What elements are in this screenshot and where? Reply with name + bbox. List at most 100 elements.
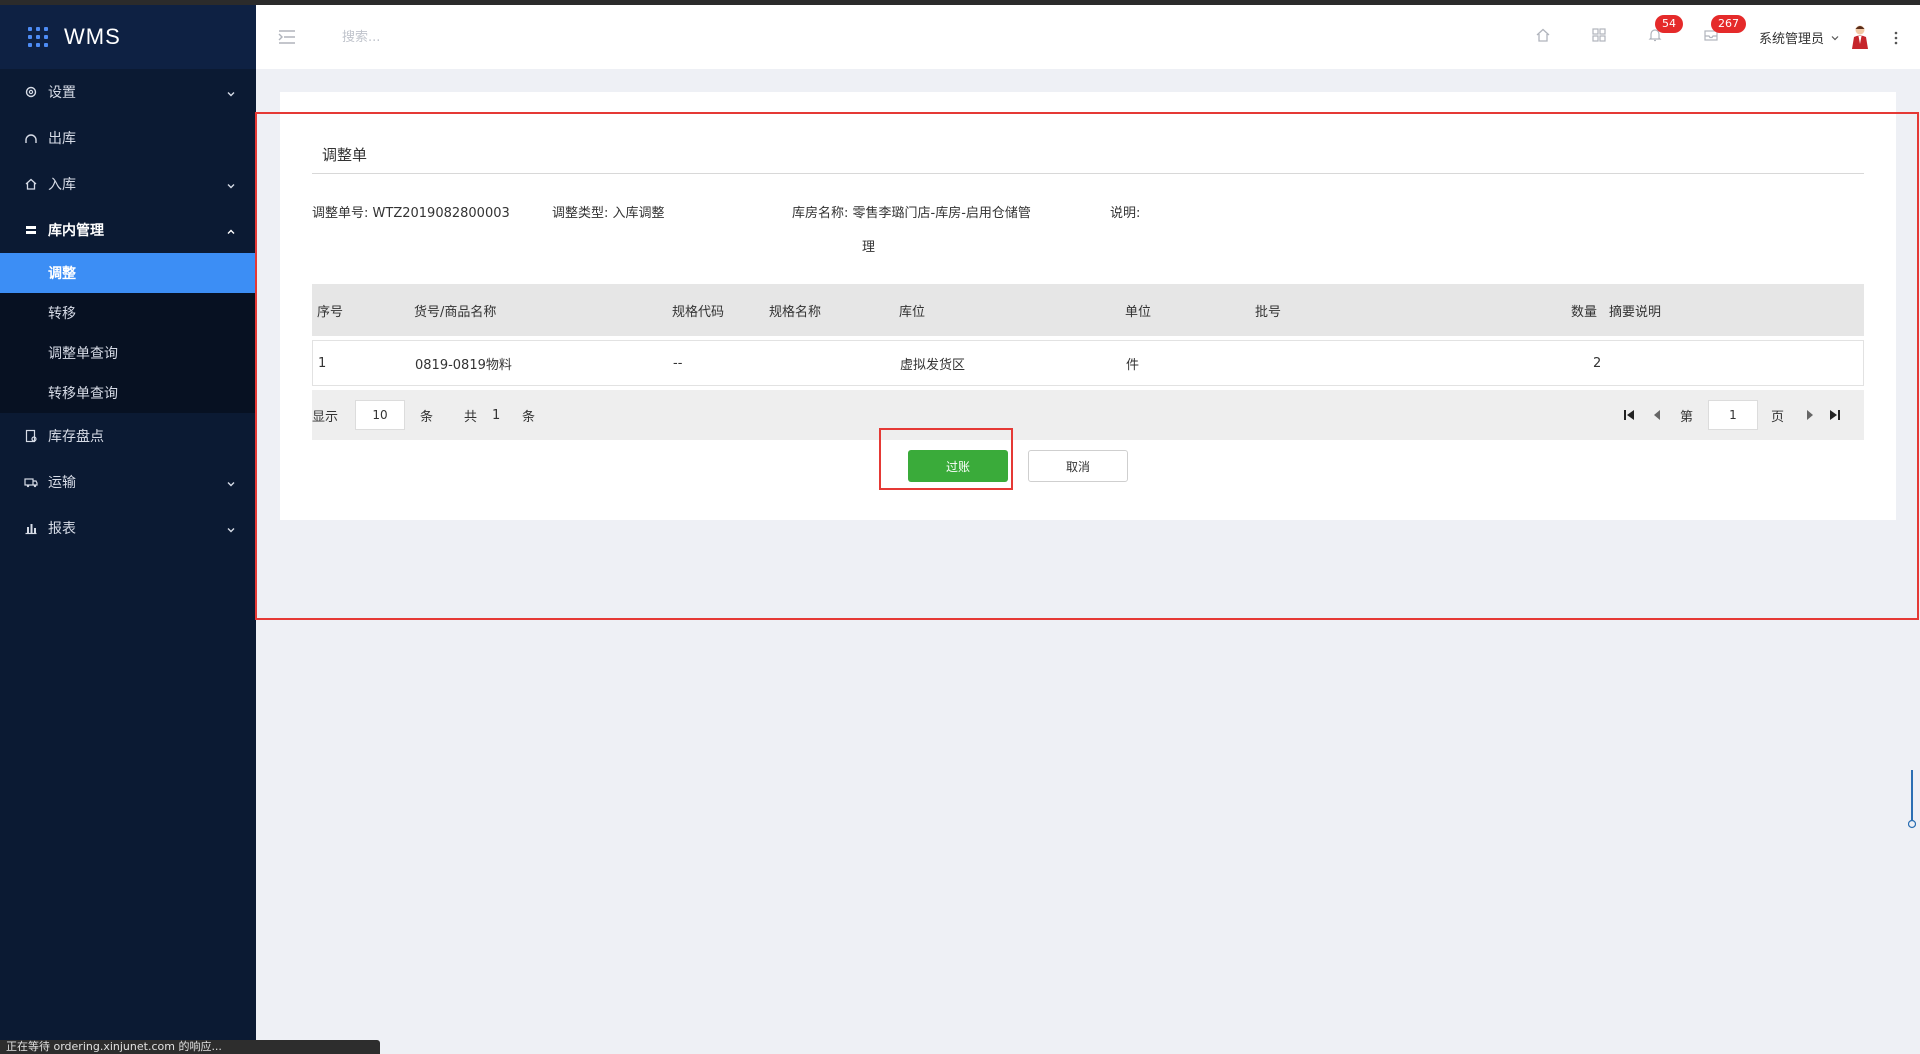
cell-spec-code: --: [673, 355, 683, 371]
sidebar-item-inbound[interactable]: 入库: [0, 161, 256, 207]
adjust-type-value: 入库调整: [612, 206, 665, 221]
inventory-icon: [24, 223, 38, 237]
table-header: 序号 货号/商品名称 规格代码 规格名称 库位 单位 批号 数量 摘要说明: [312, 284, 1864, 336]
column-header-spec-name: 规格名称: [769, 304, 822, 320]
warehouse-value: 零售李璐门店-库房-启用仓储管: [852, 206, 1031, 221]
sidebar-item-label: 库存盘点: [48, 429, 104, 445]
cell-qty: 2: [1593, 355, 1602, 371]
column-header-unit: 单位: [1125, 304, 1152, 320]
note-label: 说明:: [1110, 206, 1141, 221]
sidebar-item-label: 报表: [48, 521, 76, 537]
apps-button[interactable]: [1571, 5, 1627, 69]
cell-location: 虚拟发货区: [900, 357, 966, 373]
app-title: WMS: [64, 24, 121, 49]
header-actions: 54 267 系统管理员: [1515, 5, 1920, 69]
notification-badge: 54: [1654, 15, 1683, 33]
prev-page-icon[interactable]: [1649, 407, 1665, 423]
column-header-summary: 摘要说明: [1609, 304, 1662, 320]
sidebar-item-label: 出库: [48, 131, 76, 147]
sidebar-item-outbound[interactable]: 出库: [0, 115, 256, 161]
column-header-batch: 批号: [1255, 304, 1282, 320]
sidebar: WMS 设置 出库 入库 库内管理 调整 转移 调整单查询 转移单查询 库存盘点…: [0, 5, 256, 1054]
outbound-icon: [24, 131, 38, 145]
sidebar-item-settings[interactable]: 设置: [0, 69, 256, 115]
table-row[interactable]: 1 0819-0819物料 -- 虚拟发货区 件 2: [312, 340, 1864, 386]
browser-status-bar: 正在等待 ordering.xinjunet.com 的响应...: [0, 1040, 380, 1054]
page-suffix: 页: [1771, 409, 1785, 425]
sidebar-item-label: 运输: [48, 475, 76, 491]
user-name[interactable]: 系统管理员: [1759, 28, 1824, 47]
sidebar-item-label: 设置: [48, 85, 76, 101]
sidebar-item-adjust[interactable]: 调整: [0, 253, 256, 293]
chevron-down-icon: [226, 477, 236, 487]
total-unit: 条: [522, 409, 536, 425]
warehouse-label: 库房名称:: [792, 206, 849, 221]
cell-unit: 件: [1126, 357, 1140, 373]
total-count: 1: [492, 407, 501, 423]
chevron-down-icon: [226, 179, 236, 189]
page-number-input[interactable]: [1708, 400, 1758, 430]
sidebar-menu: 设置 出库 入库 库内管理 调整 转移 调整单查询 转移单查询 库存盘点 运输 …: [0, 69, 256, 551]
gear-icon: [24, 85, 38, 99]
sidebar-item-transfer-query[interactable]: 转移单查询: [0, 373, 256, 413]
scroll-thermometer-icon[interactable]: [1907, 770, 1917, 830]
last-page-icon[interactable]: [1827, 407, 1843, 423]
column-header-spec-code: 规格代码: [672, 304, 725, 320]
sidebar-item-transport[interactable]: 运输: [0, 459, 256, 505]
chevron-down-icon[interactable]: [1830, 28, 1840, 47]
home-button[interactable]: [1515, 5, 1571, 69]
total-label: 共: [464, 409, 478, 425]
adjust-type-field: 调整类型: 入库调整: [552, 202, 665, 221]
cell-seq: 1: [318, 355, 327, 371]
grid-icon: [1591, 27, 1607, 47]
order-no-value: WTZ2019082800003: [372, 206, 510, 221]
sidebar-item-label: 库内管理: [48, 223, 104, 239]
order-no-label: 调整单号:: [312, 206, 369, 221]
search-input[interactable]: [342, 23, 542, 51]
page-title: 调整单: [322, 146, 368, 164]
column-header-item: 货号/商品名称: [414, 304, 497, 320]
sidebar-item-reports[interactable]: 报表: [0, 505, 256, 551]
notifications-button[interactable]: 54: [1627, 5, 1683, 69]
apps-grid-icon: [28, 27, 48, 47]
brand[interactable]: WMS: [0, 5, 256, 69]
cancel-button[interactable]: 取消: [1028, 450, 1128, 482]
page-size-unit: 条: [420, 409, 434, 425]
avatar[interactable]: [1850, 24, 1870, 50]
next-page-icon[interactable]: [1802, 407, 1818, 423]
pagination-bar: 显示 条 共 1 条 第 页: [312, 390, 1864, 440]
sidebar-item-transfer[interactable]: 转移: [0, 293, 256, 333]
warehouse-value-wrap: 理: [862, 240, 876, 255]
message-badge: 267: [1710, 15, 1746, 33]
menu-toggle-icon[interactable]: [278, 29, 296, 45]
sidebar-item-label: 入库: [48, 177, 76, 193]
truck-icon: [24, 475, 38, 489]
post-button[interactable]: 过账: [908, 450, 1008, 482]
adjustment-card: 调整单 调整单号: WTZ2019082800003 调整类型: 入库调整 库房…: [280, 92, 1896, 520]
top-header: 54 267 系统管理员: [256, 5, 1920, 69]
chevron-up-icon: [226, 225, 236, 235]
order-no-field: 调整单号: WTZ2019082800003: [312, 202, 510, 221]
page-size-label: 显示: [312, 409, 339, 425]
column-header-location: 库位: [899, 304, 926, 320]
first-page-icon[interactable]: [1621, 407, 1637, 423]
title-divider: [312, 173, 1864, 174]
messages-button[interactable]: 267: [1683, 5, 1746, 69]
stocktake-icon: [24, 429, 38, 443]
column-header-qty: 数量: [1571, 304, 1598, 320]
adjust-type-label: 调整类型:: [552, 206, 609, 221]
home-icon: [1535, 27, 1551, 47]
warehouse-field: 库房名称: 零售李璐门店-库房-启用仓储管: [792, 202, 1031, 221]
sidebar-item-adjust-query[interactable]: 调整单查询: [0, 333, 256, 373]
home-icon: [24, 177, 38, 191]
bar-chart-icon: [24, 521, 38, 535]
page-prefix: 第: [1680, 409, 1694, 425]
column-header-seq: 序号: [317, 304, 344, 320]
cell-item: 0819-0819物料: [415, 357, 512, 373]
page-size-input[interactable]: [355, 400, 405, 430]
sidebar-item-stocktake[interactable]: 库存盘点: [0, 413, 256, 459]
sidebar-item-inventory-management[interactable]: 库内管理: [0, 207, 256, 253]
more-vertical-icon[interactable]: [1894, 30, 1898, 45]
chevron-down-icon: [226, 87, 236, 97]
inventory-submenu: 调整 转移 调整单查询 转移单查询: [0, 253, 256, 413]
